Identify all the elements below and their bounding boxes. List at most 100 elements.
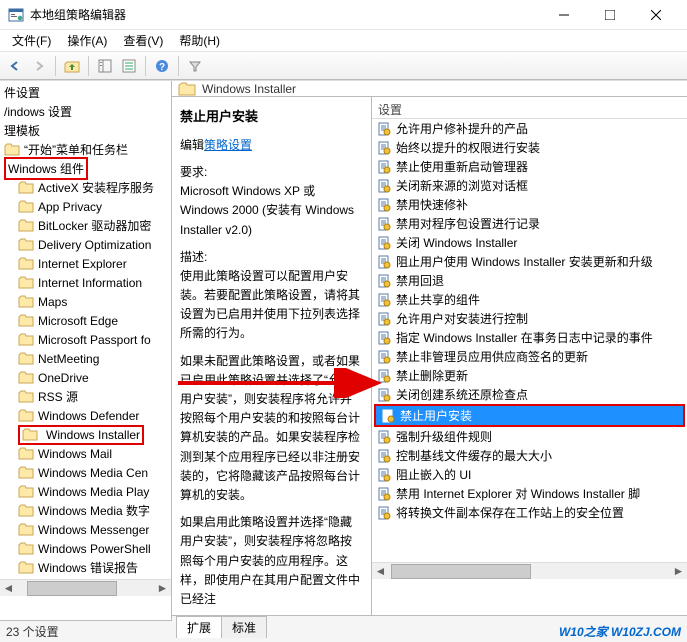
tree-item-label: Internet Information [38,276,142,290]
tree-item[interactable]: Internet Information [0,273,171,292]
help-button[interactable]: ? [151,55,173,77]
setting-item[interactable]: 关闭新来源的浏览对话框 [372,176,687,195]
scroll-right-arrow[interactable]: ► [670,564,687,579]
tree-item[interactable]: 件设置 [0,83,171,102]
tree-item[interactable]: Delivery Optimization [0,235,171,254]
setting-item[interactable]: 禁止用户安装 [376,406,683,425]
menu-help[interactable]: 帮助(H) [171,30,228,51]
minimize-button[interactable] [541,1,587,29]
scroll-thumb[interactable] [27,581,117,596]
menu-view[interactable]: 查看(V) [115,30,171,51]
policy-icon [376,505,392,521]
menu-file[interactable]: 文件(F) [4,30,59,51]
scroll-left-arrow[interactable]: ◄ [372,564,389,579]
setting-item[interactable]: 禁用 Internet Explorer 对 Windows Installer… [372,484,687,503]
forward-button[interactable] [28,55,50,77]
setting-item[interactable]: 允许用户修补提升的产品 [372,119,687,138]
setting-label: 禁止共享的组件 [396,291,480,308]
highlight-box: 禁止用户安装 [374,404,685,427]
tree-item[interactable]: Windows 组件 [0,159,171,178]
setting-item[interactable]: 强制升级组件规则 [372,427,687,446]
tree-item-label: App Privacy [38,200,102,214]
folder-icon [178,81,196,96]
tree-item[interactable]: Microsoft Edge [0,311,171,330]
tree-item[interactable]: RSS 源 [0,387,171,406]
policy-icon [376,197,392,213]
setting-item[interactable]: 禁止非管理员应用供应商签名的更新 [372,347,687,366]
setting-item[interactable]: 禁用回退 [372,271,687,290]
tree-item[interactable]: Windows PowerShell [0,539,171,558]
policy-setting-link[interactable]: 策略设置 [204,138,252,152]
tree-item[interactable]: Windows Defender [0,406,171,425]
setting-label: 禁用 Internet Explorer 对 Windows Installer… [396,485,640,502]
tree-item[interactable]: Windows Mail [0,444,171,463]
maximize-button[interactable] [587,1,633,29]
folder-icon [18,390,34,403]
tree-item[interactable]: Internet Explorer [0,254,171,273]
tree-item[interactable]: Windows Installer [0,425,171,444]
setting-item[interactable]: 始终以提升的权限进行安装 [372,138,687,157]
tree-item[interactable]: OneDrive [0,368,171,387]
setting-item[interactable]: 禁止共享的组件 [372,290,687,309]
setting-label: 阻止用户使用 Windows Installer 安装更新和升级 [396,253,653,270]
menu-action[interactable]: 操作(A) [59,30,115,51]
setting-label: 关闭 Windows Installer [396,234,517,251]
tree-item[interactable]: Windows Media Cen [0,463,171,482]
policy-icon [376,216,392,232]
setting-item[interactable]: 关闭 Windows Installer [372,233,687,252]
tree-item[interactable]: BitLocker 驱动器加密 [0,216,171,235]
tree-item-label: Windows Defender [38,409,139,423]
settings-header[interactable]: 设置 [372,97,687,119]
tree-item-label: Internet Explorer [38,257,127,271]
tree-item[interactable]: NetMeeting [0,349,171,368]
folder-icon [18,447,34,460]
tree-item[interactable]: Windows Messenger [0,520,171,539]
setting-item[interactable]: 允许用户对安装进行控制 [372,309,687,328]
up-button[interactable] [61,55,83,77]
close-button[interactable] [633,1,679,29]
desc-label: 描述: [180,248,363,267]
req-body: Microsoft Windows XP 或 Windows 2000 (安装有… [180,182,363,240]
tree-item[interactable]: Windows Media 数字 [0,501,171,520]
tree-scrollbar[interactable]: ◄ ► [0,579,171,596]
tree-item[interactable]: Windows Media Play [0,482,171,501]
tree-item[interactable]: ActiveX 安装程序服务 [0,178,171,197]
desc-body2: 如果未配置此策略设置，或者如果已启用此策略设置并选择了“允许用户安装”，则安装程… [180,352,363,506]
setting-item[interactable]: 将转换文件副本保存在工作站上的安全位置 [372,503,687,522]
setting-item[interactable]: 关闭创建系统还原检查点 [372,385,687,404]
setting-item[interactable]: 禁用快速修补 [372,195,687,214]
refresh-button[interactable] [118,55,140,77]
setting-item[interactable]: 阻止用户使用 Windows Installer 安装更新和升级 [372,252,687,271]
tree-item[interactable]: /indows 设置 [0,102,171,121]
tree-item[interactable]: App Privacy [0,197,171,216]
policy-icon [376,292,392,308]
right-panel: Windows Installer 禁止用户安装 编辑策略设置 要求: Micr… [172,81,687,620]
tree-item[interactable]: Microsoft Passport fo [0,330,171,349]
settings-scrollbar[interactable]: ◄ ► [372,562,687,579]
scroll-right-arrow[interactable]: ► [154,581,171,596]
setting-item[interactable]: 指定 Windows Installer 在事务日志中记录的事件 [372,328,687,347]
tree-panel: 件设置/indows 设置理模板“开始”菜单和任务栏Windows 组件Acti… [0,81,172,620]
edit-line: 编辑策略设置 [180,136,363,155]
setting-item[interactable]: 禁止使用重新启动管理器 [372,157,687,176]
watermark: W10之家 W10ZJ.COM [59,623,681,640]
filter-button[interactable] [184,55,206,77]
show-hide-tree-button[interactable] [94,55,116,77]
tree-item[interactable]: Windows 错误报告 [0,558,171,577]
setting-item[interactable]: 控制基线文件缓存的最大大小 [372,446,687,465]
scroll-left-arrow[interactable]: ◄ [0,581,17,596]
tree-item-label: ActiveX 安装程序服务 [38,179,154,196]
setting-item[interactable]: 阻止嵌入的 UI [372,465,687,484]
tree-item-label: RSS 源 [38,388,78,405]
menubar: 文件(F) 操作(A) 查看(V) 帮助(H) [0,30,687,52]
scroll-thumb[interactable] [391,564,531,579]
svg-text:?: ? [159,62,165,73]
folder-icon [18,561,34,574]
back-button[interactable] [4,55,26,77]
setting-item[interactable]: 禁止删除更新 [372,366,687,385]
req-label: 要求: [180,163,363,182]
tree-item[interactable]: 理模板 [0,121,171,140]
setting-item[interactable]: 禁用对程序包设置进行记录 [372,214,687,233]
tree-item[interactable]: Maps [0,292,171,311]
policy-icon [376,235,392,251]
